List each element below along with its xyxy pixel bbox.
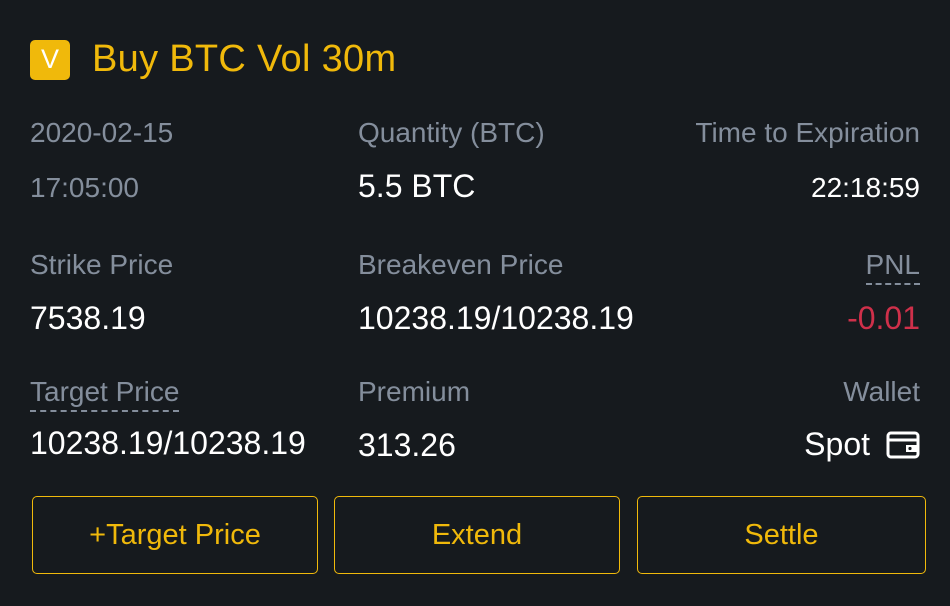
breakeven-label: Breakeven Price: [358, 249, 564, 280]
order-date: 2020-02-15: [30, 117, 174, 148]
breakeven-value: 10238.19/10238.19: [358, 300, 634, 336]
order-time: 17:05:00: [30, 172, 139, 203]
target-price-value: 10238.19/10238.19: [30, 425, 306, 461]
quantity-label: Quantity (BTC): [358, 117, 545, 148]
strike-value: 7538.19: [30, 300, 146, 336]
order-title: Buy BTC Vol 30m: [92, 38, 397, 80]
settle-button[interactable]: Settle: [637, 496, 926, 574]
expiration-label: Time to Expiration: [695, 117, 920, 148]
premium-value: 313.26: [358, 427, 456, 463]
wallet-selector[interactable]: Spot: [804, 426, 920, 463]
vol-badge: V: [30, 39, 70, 80]
premium-label: Premium: [358, 376, 471, 407]
wallet-value: Spot: [804, 426, 870, 462]
add-target-price-button[interactable]: +Target Price: [32, 496, 318, 574]
card-header: V Buy BTC Vol 30m: [30, 38, 396, 81]
quantity-value: 5.5 BTC: [358, 168, 476, 204]
wallet-icon[interactable]: [886, 431, 920, 459]
expiration-countdown: 22:18:59: [811, 172, 920, 203]
option-order-card: V Buy BTC Vol 30m 2020-02-15 Quantity (B…: [0, 0, 950, 606]
pnl-label[interactable]: PNL: [865, 249, 920, 285]
target-price-label[interactable]: Target Price: [30, 376, 180, 412]
wallet-label: Wallet: [843, 376, 920, 407]
pnl-value: -0.01: [847, 300, 920, 336]
extend-button[interactable]: Extend: [334, 496, 620, 574]
strike-label: Strike Price: [30, 249, 174, 280]
